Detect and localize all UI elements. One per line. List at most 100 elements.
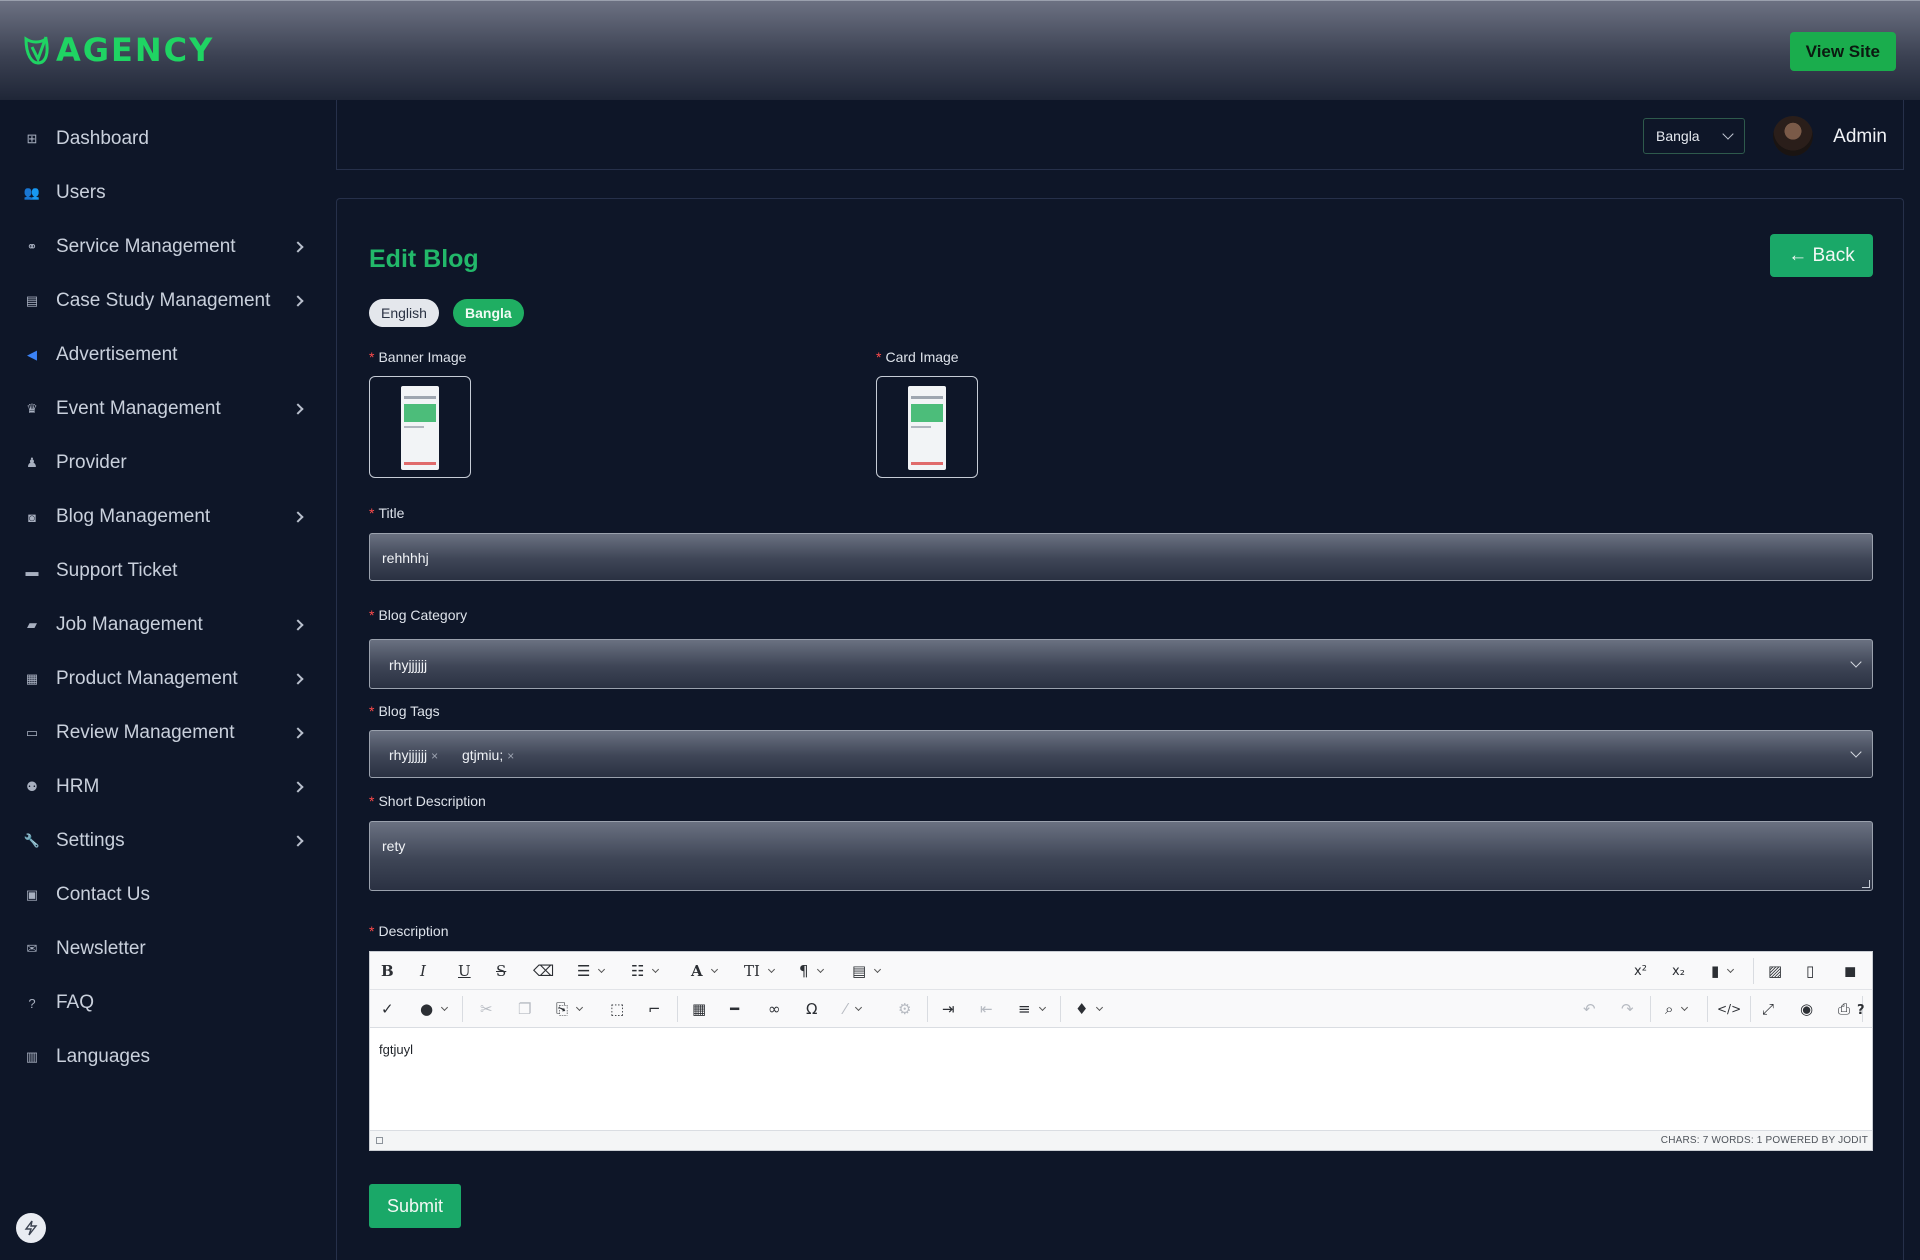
table-icon[interactable]: ▦: [692, 999, 706, 1019]
sidebar-item-label: Support Ticket: [56, 560, 178, 581]
sidebar-item-faq[interactable]: ? FAQ: [0, 981, 320, 1025]
eraser-icon[interactable]: ⌫: [533, 961, 554, 981]
bolt-icon[interactable]: [16, 1213, 46, 1243]
sidebar-item-dashboard[interactable]: ⊞ Dashboard: [0, 117, 320, 161]
rich-text-editor[interactable]: B I U S ⌫ ☰ ☷ A TI ¶ ▤ x² x₂ ▮ ▨ ▯ ◼ ✓ ●…: [369, 951, 1873, 1151]
provider-icon: ♟: [26, 455, 38, 470]
resize-corner-icon[interactable]: [376, 1137, 383, 1144]
sidebar-item-label: Blog Management: [56, 506, 211, 527]
brush-color-icon[interactable]: ♦: [1075, 999, 1104, 1019]
sidebar-item-job-management[interactable]: ▰ Job Management: [0, 603, 320, 647]
card-image-upload[interactable]: [876, 376, 978, 478]
magic-wand-icon[interactable]: ⁄: [844, 999, 862, 1019]
file-icon[interactable]: ▯: [1806, 961, 1814, 981]
bullet-list-icon[interactable]: ☰: [577, 961, 606, 981]
superscript-icon[interactable]: x²: [1634, 961, 1647, 981]
file-upload-icon[interactable]: ▮: [1711, 961, 1735, 981]
font-size-icon[interactable]: TI: [744, 961, 775, 981]
underline-icon[interactable]: U: [458, 961, 471, 981]
subscript-icon[interactable]: x₂: [1672, 961, 1685, 981]
sidebar-item-languages[interactable]: ▥ Languages: [0, 1035, 320, 1079]
sidebar-item-hrm[interactable]: ⚉ HRM: [0, 765, 320, 809]
sidebar-item-contact-us[interactable]: ▣ Contact Us: [0, 873, 320, 917]
horizontal-rule-icon[interactable]: ━: [730, 999, 739, 1019]
product-icon: ▦: [25, 671, 39, 686]
help-icon[interactable]: ?: [1857, 1000, 1865, 1020]
sidebar-item-advertisement[interactable]: ◀ Advertisement: [0, 333, 320, 377]
avatar[interactable]: [1773, 116, 1813, 156]
remove-tag-icon[interactable]: ×: [507, 749, 514, 763]
sidebar-item-review-management[interactable]: ▭ Review Management: [0, 711, 320, 755]
video-icon[interactable]: ◼: [1844, 961, 1856, 981]
strikethrough-icon[interactable]: S: [496, 961, 506, 981]
editor-content[interactable]: fgtjuyl: [379, 1042, 413, 1057]
indent-icon[interactable]: ⇥: [942, 999, 955, 1019]
language-select[interactable]: Bangla: [1643, 118, 1745, 154]
format-painter-icon[interactable]: ⌐: [648, 999, 661, 1019]
find-icon[interactable]: ⌕: [1665, 999, 1689, 1019]
short-description-textarea[interactable]: rety: [369, 821, 1873, 891]
special-character-icon[interactable]: Ω: [806, 999, 817, 1019]
spellcheck-icon[interactable]: ✓: [381, 999, 394, 1019]
language-icon: ▥: [25, 1049, 39, 1064]
paragraph-icon[interactable]: ¶: [799, 961, 824, 981]
tag-chip[interactable]: gtjmiu; ×: [462, 747, 514, 763]
sidebar-item-label: Newsletter: [56, 938, 146, 959]
chevron-right-icon: [292, 673, 304, 685]
sidebar-item-support-ticket[interactable]: ▬ Support Ticket: [0, 549, 320, 593]
view-site-button[interactable]: View Site: [1789, 32, 1896, 71]
submit-button[interactable]: Submit: [369, 1184, 461, 1228]
undo-icon[interactable]: ↶: [1583, 999, 1596, 1019]
sidebar-item-provider[interactable]: ♟ Provider: [0, 441, 320, 485]
back-button[interactable]: ← Back: [1770, 234, 1873, 277]
bold-icon[interactable]: B: [381, 961, 394, 981]
sidebar-item-users[interactable]: 👥 Users: [0, 171, 320, 215]
lang-tab-bangla[interactable]: Bangla: [453, 299, 524, 327]
align-icon[interactable]: ≡: [1018, 999, 1046, 1019]
wrench-icon: 🔧: [23, 833, 41, 848]
sidebar-item-product-management[interactable]: ▦ Product Management: [0, 657, 320, 701]
link-icon[interactable]: ∞: [768, 999, 781, 1019]
chevron-down-icon: [1722, 128, 1734, 140]
font-icon[interactable]: A: [691, 961, 718, 981]
sidebar-item-blog-management[interactable]: ◙ Blog Management: [0, 495, 320, 539]
italic-icon[interactable]: I: [420, 961, 426, 981]
ordered-list-icon[interactable]: ☷: [631, 961, 660, 981]
service-icon: ⚭: [26, 239, 38, 254]
banner-image-upload[interactable]: [369, 376, 471, 478]
editor-toolbar-row-2: ✓ ● ✂ ❐ ⎘ ⬚ ⌐ ▦ ━ ∞ Ω ⁄ ⚙ ⇥ ⇤ ≡ ♦ ↶ ↷ ⌕: [370, 990, 1872, 1028]
title-input[interactable]: rehhhhj: [369, 533, 1873, 581]
title-label: * Title: [369, 505, 405, 521]
sidebar-item-settings[interactable]: 🔧 Settings: [0, 819, 320, 863]
document-icon: ▤: [25, 293, 39, 308]
lang-tab-english[interactable]: English: [369, 299, 439, 327]
sidebar-item-case-study-management[interactable]: ▤ Case Study Management: [0, 279, 320, 323]
line-height-icon[interactable]: ▤: [852, 961, 882, 981]
microphone-icon[interactable]: ●: [420, 999, 449, 1019]
paste-icon[interactable]: ⎘: [556, 999, 584, 1019]
fullscreen-icon[interactable]: ⤢: [1762, 999, 1774, 1019]
image-icon[interactable]: ▨: [1768, 961, 1782, 981]
cut-icon[interactable]: ✂: [480, 999, 493, 1019]
user-name: Admin: [1833, 126, 1887, 147]
remove-tag-icon[interactable]: ×: [431, 749, 438, 763]
select-all-icon[interactable]: ⬚: [610, 999, 624, 1019]
blog-category-select[interactable]: rhyjjjjjj: [369, 639, 1873, 689]
tag-chip[interactable]: rhyjjjjjj ×: [389, 747, 438, 763]
sidebar-item-newsletter[interactable]: ✉ Newsletter: [0, 927, 320, 971]
editor-status-info: CHARS: 7 WORDS: 1 POWERED BY JODIT: [1660, 1135, 1868, 1146]
ai-assistant-icon[interactable]: ⚙: [898, 999, 911, 1019]
sidebar-item-event-management[interactable]: ♛ Event Management: [0, 387, 320, 431]
blog-tags-select[interactable]: rhyjjjjjj × gtjmiu; ×: [369, 730, 1873, 778]
preview-eye-icon[interactable]: ◉: [1800, 999, 1813, 1019]
sidebar-item-service-management[interactable]: ⚭ Service Management: [0, 225, 320, 269]
editor-toolbar-row-1: B I U S ⌫ ☰ ☷ A TI ¶ ▤ x² x₂ ▮ ▨ ▯ ◼: [370, 952, 1872, 990]
resize-handle[interactable]: [1862, 880, 1870, 888]
outdent-icon[interactable]: ⇤: [980, 999, 993, 1019]
redo-icon[interactable]: ↷: [1621, 999, 1634, 1019]
brand-logo[interactable]: AGENCY: [22, 31, 214, 69]
source-code-icon[interactable]: </>: [1717, 999, 1741, 1019]
print-icon[interactable]: ⎙: [1838, 999, 1850, 1019]
copy-icon[interactable]: ❐: [518, 999, 531, 1019]
dashboard-icon: ⊞: [26, 131, 38, 146]
